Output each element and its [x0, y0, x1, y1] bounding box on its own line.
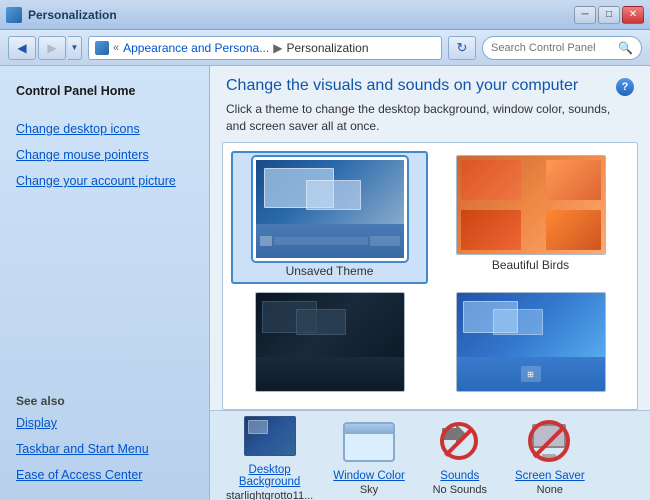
desktop-background-icon-wrap — [244, 410, 296, 462]
theme-unsaved-thumbnail — [253, 157, 407, 261]
main-layout: Control Panel Home Change desktop icons … — [0, 66, 650, 500]
theme-birds-thumbnail — [456, 155, 606, 255]
back-button[interactable]: ◀ — [8, 36, 36, 60]
sidebar-item-display[interactable]: Display — [0, 410, 209, 436]
desktop-background-sublabel: starlightgrotto11... — [226, 490, 313, 500]
refresh-button[interactable]: ↻ — [448, 36, 476, 60]
window-color-label[interactable]: Window Color — [333, 470, 405, 482]
sidebar-item-mouse-pointers[interactable]: Change mouse pointers — [0, 142, 209, 168]
app-icon — [6, 7, 22, 23]
minimize-button[interactable]: ─ — [574, 6, 596, 24]
help-icon[interactable]: ? — [616, 78, 634, 96]
theme-dark-thumbnail — [255, 292, 405, 392]
nav-buttons: ◀ ▶ ▼ — [8, 36, 82, 60]
title-bar-text: Personalization — [28, 8, 117, 22]
maximize-button[interactable]: □ — [598, 6, 620, 24]
search-box[interactable]: 🔍 — [482, 36, 642, 60]
sidebar-item-taskbar[interactable]: Taskbar and Start Menu — [0, 436, 209, 462]
screen-saver-sublabel: None — [537, 484, 563, 496]
screen-saver-item[interactable]: Screen Saver None — [515, 416, 585, 496]
window-color-item[interactable]: Window Color Sky — [333, 416, 405, 496]
theme-birds[interactable]: Beautiful Birds — [432, 151, 629, 284]
path-icon — [95, 41, 109, 55]
content-header: Change the visuals and sounds on your co… — [210, 66, 650, 101]
themes-scroll[interactable]: Unsaved Theme Beautiful Birds — [222, 142, 638, 410]
sidebar-item-ease-of-access[interactable]: Ease of Access Center — [0, 462, 209, 488]
address-path: « Appearance and Persona... ▶ Personaliz… — [88, 36, 442, 60]
theme-dark[interactable] — [231, 288, 428, 399]
content-area: Change the visuals and sounds on your co… — [210, 66, 650, 500]
themes-area: Unsaved Theme Beautiful Birds — [222, 142, 638, 410]
theme-birds-label: Beautiful Birds — [492, 258, 569, 272]
path-prefix: « — [113, 42, 119, 54]
search-input[interactable] — [491, 42, 614, 54]
themes-grid: Unsaved Theme Beautiful Birds — [223, 143, 637, 407]
sidebar-item-account-picture[interactable]: Change your account picture — [0, 168, 209, 194]
theme-blue-thumbnail: ⊞ — [456, 292, 606, 392]
screen-saver-label[interactable]: Screen Saver — [515, 470, 585, 482]
desktop-background-item[interactable]: DesktopBackground starlightgrotto11... — [226, 410, 313, 500]
sounds-sublabel: No Sounds — [433, 484, 487, 496]
see-also-label: See also — [0, 386, 209, 410]
window-color-icon-wrap — [343, 416, 395, 468]
content-title: Change the visuals and sounds on your co… — [226, 76, 578, 97]
theme-unsaved-label: Unsaved Theme — [286, 264, 374, 278]
sounds-item[interactable]: Sounds No Sounds — [425, 416, 495, 496]
screen-saver-icon-wrap — [524, 416, 576, 468]
title-bar-left: Personalization — [6, 7, 117, 23]
path-arrow: ▶ — [273, 41, 282, 55]
sounds-label[interactable]: Sounds — [440, 470, 479, 482]
search-icon[interactable]: 🔍 — [618, 41, 633, 55]
title-bar-buttons: ─ □ ✕ — [574, 6, 644, 24]
theme-blue[interactable]: ⊞ — [432, 288, 629, 399]
forward-button[interactable]: ▶ — [38, 36, 66, 60]
sounds-icon-wrap — [434, 416, 486, 468]
window-color-sublabel: Sky — [360, 484, 378, 496]
address-bar: ◀ ▶ ▼ « Appearance and Persona... ▶ Pers… — [0, 30, 650, 66]
path-parent[interactable]: Appearance and Persona... — [123, 41, 269, 55]
sidebar-home[interactable]: Control Panel Home — [0, 78, 209, 104]
title-bar: Personalization ─ □ ✕ — [0, 0, 650, 30]
nav-dropdown[interactable]: ▼ — [68, 36, 82, 60]
content-subtitle: Click a theme to change the desktop back… — [210, 101, 650, 143]
desktop-background-label[interactable]: DesktopBackground — [239, 464, 300, 488]
theme-unsaved[interactable]: Unsaved Theme — [231, 151, 428, 284]
sidebar: Control Panel Home Change desktop icons … — [0, 66, 210, 500]
path-current: Personalization — [286, 41, 368, 55]
close-button[interactable]: ✕ — [622, 6, 644, 24]
bottom-bar: DesktopBackground starlightgrotto11... W… — [210, 410, 650, 500]
sidebar-item-desktop-icons[interactable]: Change desktop icons — [0, 116, 209, 142]
